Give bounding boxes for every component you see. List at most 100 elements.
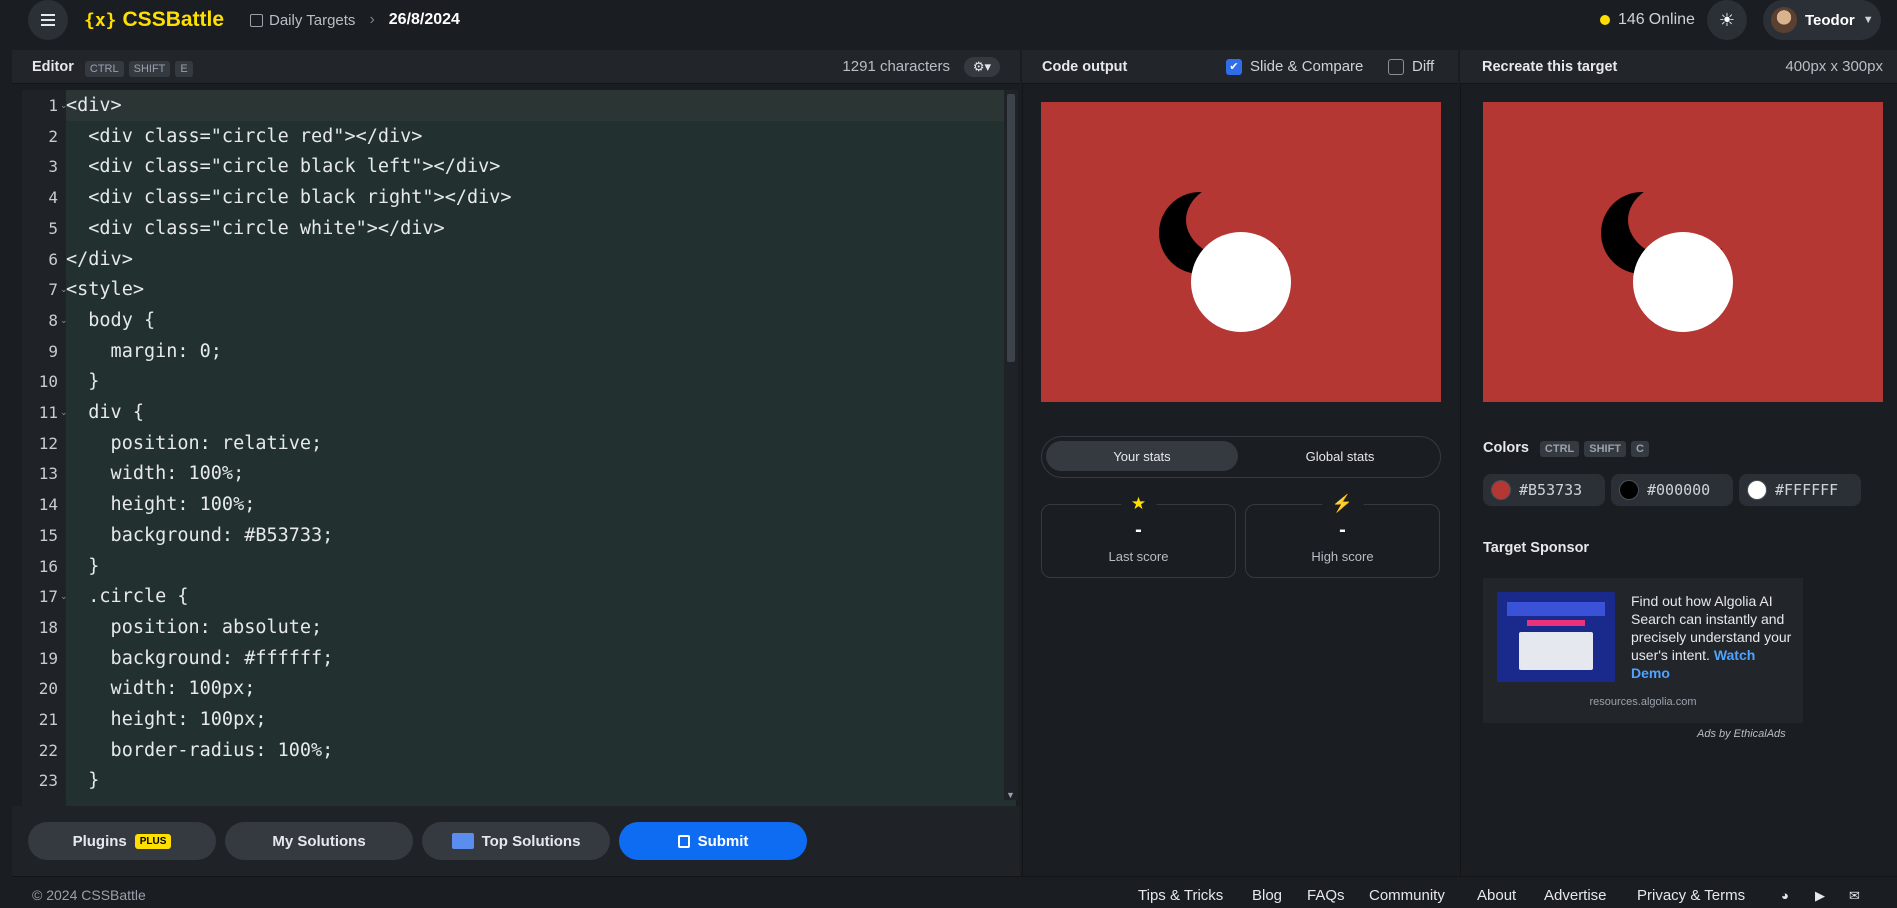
output-white-circle [1191,232,1291,332]
user-menu-button[interactable]: Teodor ▼ [1763,0,1881,40]
color-dot [1747,480,1767,500]
footer-link-blog[interactable]: Blog [1252,887,1282,904]
theme-toggle-button[interactable]: ☀ [1707,0,1747,40]
breadcrumb: Daily Targets › 26/8/2024 [250,11,460,29]
ads-by-ethicalads[interactable]: Ads by EthicalAds [1697,728,1786,740]
copyright: © 2024 CSSBattle [32,887,146,903]
line-number: 19 [38,648,58,668]
line-number: 15 [38,525,58,545]
color-dot [1619,480,1639,500]
code-line: background: #ffffff; [66,647,334,669]
character-count: 1291 characters [842,58,950,75]
book-icon [451,833,474,849]
code-line: <div class="circle white"></div> [66,217,445,239]
plugins-button[interactable]: Plugins PLUS [28,822,216,860]
editor-scrollbar-thumb[interactable] [1007,94,1015,362]
editor-shortcut: CTRL SHIFT E [80,59,193,77]
code-line: background: #B53733; [66,524,334,546]
code-line: <div> [66,95,122,116]
star-icon: ★ [1120,494,1157,514]
color-swatch-black[interactable]: #000000 [1611,474,1733,506]
diff-label: Diff [1412,58,1435,75]
color-swatch-white[interactable]: #FFFFFF [1739,474,1861,506]
code-line: <div class="circle black left"></div> [66,156,501,178]
code-line: </div> [66,248,133,270]
top-bar: {x} CSSBattle Daily Targets › 26/8/2024 … [0,0,1897,50]
discord-icon[interactable]: ◕ [1781,888,1797,903]
logo[interactable]: {x} CSSBattle [84,8,224,32]
code-editor[interactable]: 1 ⌄ 2 3 4 5 6 7 ⌄ 8 ⌄ 9 10 11 ⌄ 12 13 14 15 16 17 ⌄ 18 19 20 21 22… [12,84,1020,806]
code-line: .circle { [66,586,189,608]
my-solutions-button[interactable]: My Solutions [225,822,413,860]
color-hex: #FFFFFF [1775,481,1839,499]
kbd-ctrl: CTRL [1539,441,1580,457]
line-number: 23 [38,771,58,791]
slide-compare-toggle[interactable]: ✔ Slide & Compare [1226,58,1363,75]
target-panel: Colors CTRL SHIFT C #B53733 #000000 #FFFFF… [1460,84,1897,876]
high-score-label: High score [1311,549,1374,564]
footer-link-privacy[interactable]: Privacy & Terms [1637,887,1745,904]
high-score-value: - [1339,519,1346,541]
line-number: 11 [38,403,58,422]
footer-link-community[interactable]: Community [1369,887,1445,904]
footer-link-faqs[interactable]: FAQs [1307,887,1345,904]
sponsor-domain[interactable]: resources.algolia.com [1483,696,1803,708]
slide-compare-checkbox[interactable]: ✔ [1226,58,1242,75]
code-line: <div class="circle red"></div> [66,125,423,147]
code-line: } [66,770,100,792]
footer-link-advertise[interactable]: Advertise [1544,887,1607,904]
footer-link-tips[interactable]: Tips & Tricks [1138,887,1223,904]
gear-icon: ⚙▾ [972,58,992,74]
code-output-canvas[interactable] [1041,102,1441,402]
mail-icon[interactable]: ✉ [1849,888,1865,903]
colors-title-text: Colors [1483,440,1529,456]
kbd-ctrl: CTRL [84,60,124,77]
top-solutions-button[interactable]: Top Solutions [422,822,610,860]
target-header: Recreate this target 400px x 300px [1460,50,1897,84]
scroll-down-icon[interactable]: ▼ [1006,790,1015,800]
line-number: 6 [48,249,58,269]
target-canvas[interactable] [1483,102,1883,402]
hamburger-icon [41,19,55,21]
editor-header: Editor CTRL SHIFT E 1291 characters ⚙▾ [12,50,1020,84]
plus-badge: PLUS [134,833,172,849]
sun-icon: ☀ [1718,9,1736,30]
code-area[interactable]: <div> <div class="circle red"></div> <di… [66,90,1016,806]
online-dot-icon [1600,15,1610,25]
menu-button[interactable] [28,0,68,40]
footer-link-about[interactable]: About [1477,887,1516,904]
kbd-shift: SHIFT [128,60,171,77]
code-line: div { [66,402,144,423]
sponsor-image[interactable] [1497,592,1615,682]
line-number: 12 [38,433,58,453]
last-score-label: Last score [1108,549,1169,564]
kbd-shift: SHIFT [1584,441,1627,457]
code-line: width: 100%; [66,463,245,485]
code-line: } [66,371,100,393]
line-number: 16 [38,556,58,576]
editor-scrollbar[interactable]: ▼ [1004,90,1018,800]
sponsor-title: Target Sponsor [1483,540,1590,556]
last-score-value: - [1135,519,1142,541]
sponsor-image-stripe [1527,620,1585,626]
tab-global-stats[interactable]: Global stats [1244,441,1436,471]
user-name: Teodor [1805,11,1855,29]
output-header: Code output ✔ Slide & Compare Diff [1022,50,1458,84]
slide-compare-label: Slide & Compare [1250,58,1364,75]
code-line: border-radius: 100%; [66,739,334,761]
line-number: 9 [48,341,58,361]
diff-checkbox[interactable] [1388,58,1404,75]
line-number: 13 [38,464,58,484]
sponsor-card[interactable]: Find out how Algolia AI Search can insta… [1483,578,1803,723]
twitter-icon[interactable]: ▶ [1815,888,1831,903]
target-title: Recreate this target [1482,58,1618,75]
line-number: 10 [38,372,58,392]
tab-your-stats[interactable]: Your stats [1046,441,1238,471]
breadcrumb-daily-targets[interactable]: Daily Targets [269,12,355,29]
color-hex: #000000 [1647,481,1711,499]
my-solutions-label: My Solutions [272,832,366,850]
color-swatch-red[interactable]: #B53733 [1483,474,1605,506]
diff-toggle[interactable]: Diff [1388,58,1434,75]
editor-settings-button[interactable]: ⚙▾ [964,56,1000,77]
submit-button[interactable]: Submit [619,822,807,860]
